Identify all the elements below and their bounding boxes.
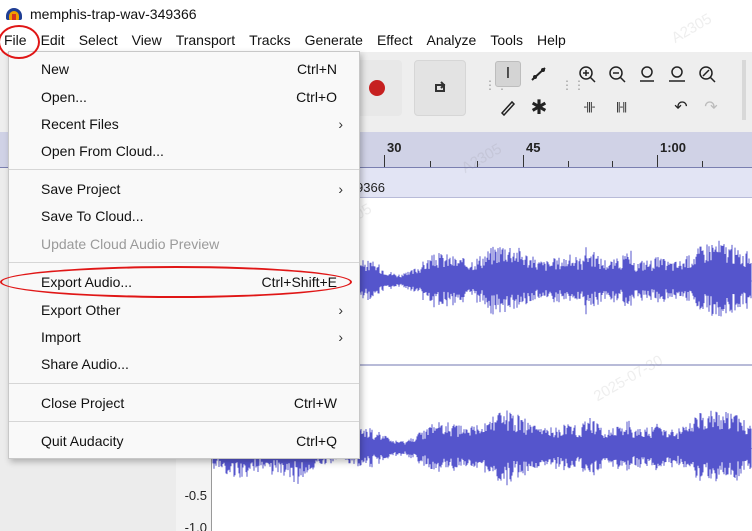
menu-item-open[interactable]: Open... Ctrl+O <box>9 84 359 110</box>
window-title: memphis-trap-wav-349366 <box>30 6 197 22</box>
menu-analyze[interactable]: Analyze <box>420 28 484 52</box>
multi-tool-icon: ✱ <box>530 96 548 119</box>
envelope-tool-button[interactable] <box>526 61 552 87</box>
fit-selection-icon <box>640 66 654 82</box>
redo-icon: ↷ <box>704 99 718 116</box>
silence-button[interactable]: ||-|| <box>606 94 636 120</box>
chevron-right-icon: › <box>338 329 343 345</box>
scale-label: -1.0 <box>184 520 207 531</box>
undo-icon: ↶ <box>674 99 688 116</box>
menu-item-save-project[interactable]: Save Project › <box>9 176 359 202</box>
menu-separator <box>9 262 359 263</box>
menu-item-recent-files[interactable]: Recent Files › <box>9 111 359 137</box>
annotation-ellipse-export-audio <box>0 266 352 298</box>
menu-select[interactable]: Select <box>72 28 125 52</box>
ruler-label: 30 <box>387 140 402 155</box>
menu-item-share-audio[interactable]: Share Audio... <box>9 351 359 377</box>
ruler-label: 1:00 <box>660 140 687 155</box>
chevron-right-icon: › <box>338 302 343 318</box>
menu-item-export-other[interactable]: Export Other › <box>9 297 359 323</box>
draw-tool-icon <box>500 100 516 116</box>
toolbar-divider <box>742 60 746 120</box>
loop-button[interactable] <box>414 60 466 116</box>
menu-transport[interactable]: Transport <box>169 28 242 52</box>
redo-button[interactable]: ↷ <box>698 94 724 120</box>
draw-tool-button[interactable] <box>495 94 521 120</box>
zoom-in-button[interactable] <box>574 61 600 87</box>
title-bar: memphis-trap-wav-349366 <box>0 0 752 28</box>
menu-item-quit-audacity[interactable]: Quit Audacity Ctrl+Q <box>9 428 359 454</box>
menu-item-import[interactable]: Import › <box>9 324 359 350</box>
record-icon <box>369 80 385 96</box>
ruler-label: 45 <box>526 140 541 155</box>
menu-bar: File Edit Select View Transport Tracks G… <box>0 28 752 52</box>
menu-separator <box>9 383 359 384</box>
menu-item-update-cloud-audio-preview[interactable]: Update Cloud Audio Preview <box>9 231 359 257</box>
fit-project-button[interactable] <box>664 61 690 87</box>
silence-icon: ||-|| <box>615 101 627 113</box>
fit-selection-button[interactable] <box>634 61 660 87</box>
zoom-toggle-button[interactable] <box>694 61 720 87</box>
selection-tool-icon: I <box>505 65 511 82</box>
zoom-toggle-icon <box>699 66 716 83</box>
menu-separator <box>9 421 359 422</box>
clip-name: 9366 <box>356 180 385 195</box>
fit-project-icon <box>669 66 685 82</box>
scale-label: -0.5 <box>184 488 207 503</box>
toolbar-grip[interactable]: ⋮⋮ <box>561 79 585 104</box>
menu-item-save-to-cloud[interactable]: Save To Cloud... <box>9 203 359 229</box>
menu-view[interactable]: View <box>125 28 169 52</box>
undo-button[interactable]: ↶ <box>668 94 694 120</box>
loop-icon <box>435 81 446 92</box>
menu-separator <box>9 169 359 170</box>
audacity-logo-icon <box>6 6 22 22</box>
zoom-out-icon <box>609 66 626 83</box>
menu-generate[interactable]: Generate <box>298 28 370 52</box>
zoom-out-button[interactable] <box>604 61 630 87</box>
zoom-in-icon <box>579 66 596 83</box>
selection-tool-button[interactable]: I <box>495 61 521 87</box>
menu-tracks[interactable]: Tracks <box>242 28 297 52</box>
menu-tools[interactable]: Tools <box>483 28 530 52</box>
menu-help[interactable]: Help <box>530 28 573 52</box>
menu-effect[interactable]: Effect <box>370 28 420 52</box>
trim-icon: -|||- <box>583 101 596 113</box>
file-menu-dropdown: New Ctrl+N Open... Ctrl+O Recent Files ›… <box>8 51 360 459</box>
chevron-right-icon: › <box>338 116 343 132</box>
toolbar-grip[interactable]: ⋮⋮ <box>484 79 508 104</box>
menu-item-new[interactable]: New Ctrl+N <box>9 56 359 82</box>
menu-item-open-from-cloud[interactable]: Open From Cloud... <box>9 138 359 164</box>
envelope-tool-icon <box>531 67 546 81</box>
chevron-right-icon: › <box>338 181 343 197</box>
trim-button[interactable]: -|||- <box>574 94 604 120</box>
annotation-ellipse-file-menu <box>0 25 40 59</box>
menu-item-close-project[interactable]: Close Project Ctrl+W <box>9 390 359 416</box>
multi-tool-button[interactable]: ✱ <box>526 94 552 120</box>
